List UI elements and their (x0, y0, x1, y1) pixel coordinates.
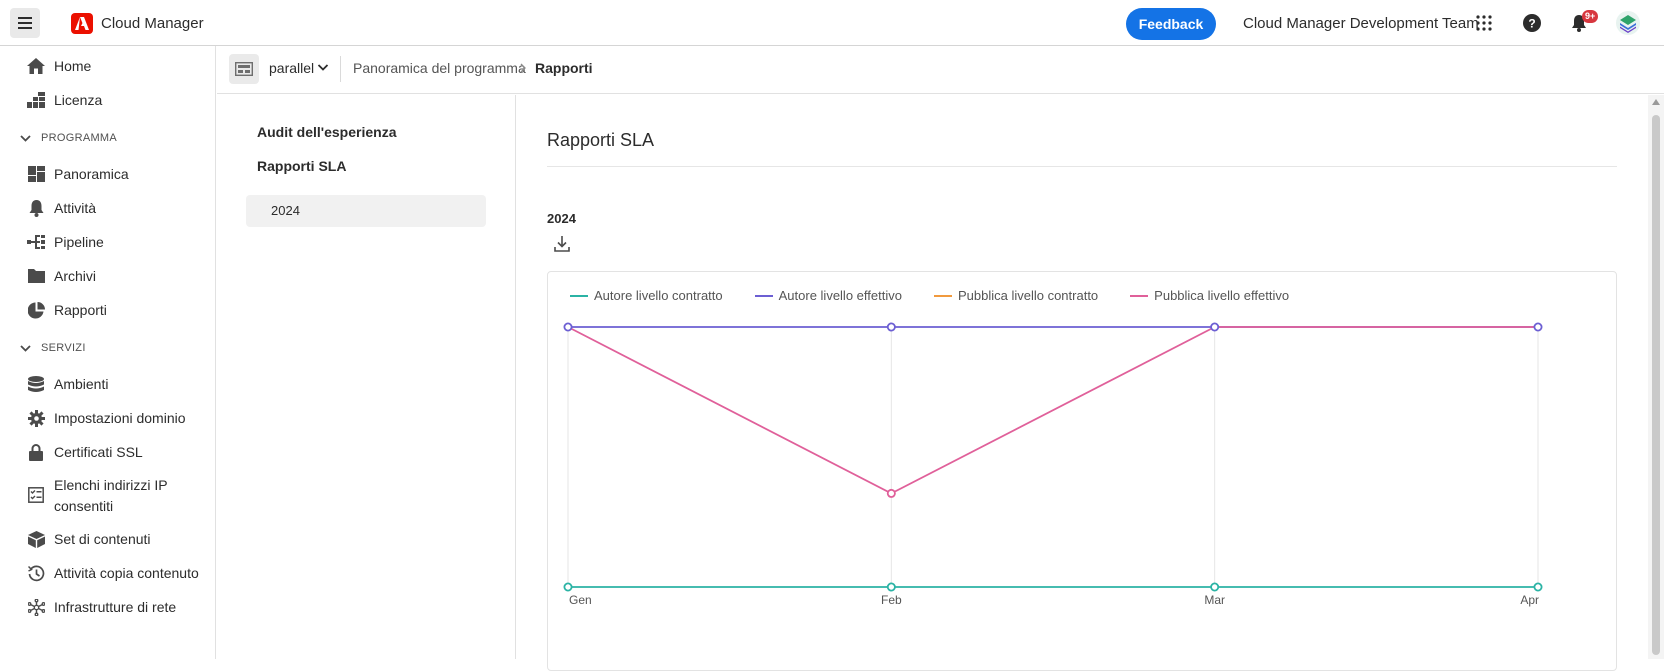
breadcrumb-item-current: Rapporti (535, 60, 593, 76)
sidebar-item-label: Elenchi indirizzi IP consentiti (54, 477, 168, 514)
page-title: Rapporti SLA (547, 130, 655, 150)
year-heading: 2024 (547, 211, 576, 226)
home-icon (26, 56, 46, 76)
sidebar-item-label: Infrastrutture di rete (54, 599, 177, 615)
sidebar-item-label: Attività copia contenuto (54, 565, 199, 581)
network-icon (26, 597, 46, 617)
data-point[interactable] (1533, 322, 1543, 332)
pipeline-icon (26, 232, 46, 252)
chevron-right-icon (519, 62, 527, 76)
folder-icon (26, 266, 46, 286)
sidebar-item-label: Certificati SSL (54, 444, 143, 460)
sidebar-item-label: Impostazioni dominio (54, 410, 186, 426)
checklist-icon (26, 485, 46, 505)
data-point[interactable] (1210, 322, 1220, 332)
x-tick-label: Apr (1520, 593, 1539, 607)
data-point[interactable] (563, 322, 573, 332)
avatar[interactable] (1616, 11, 1640, 35)
data-point[interactable] (563, 582, 573, 592)
subnav-item-2024[interactable]: 2024 (246, 195, 486, 227)
sidebar-item-label: Attività (54, 200, 97, 216)
history-icon (26, 563, 46, 583)
hamburger-icon[interactable] (10, 8, 40, 38)
bell-icon (26, 198, 46, 218)
subnav-item-sla[interactable]: Rapporti SLA (257, 158, 346, 174)
scroll-thumb[interactable] (1652, 115, 1660, 655)
section-title: PROGRAMMA (41, 132, 118, 144)
feedback-button[interactable]: Feedback (1126, 8, 1216, 40)
sidebar-item-label: Pipeline (54, 234, 104, 250)
program-switcher[interactable]: parallel (269, 60, 314, 76)
data-point[interactable] (886, 322, 896, 332)
sidebar-item-label: Panoramica (54, 166, 129, 182)
app-title[interactable]: Cloud Manager (101, 15, 204, 32)
notifications-badge: 9+ (1582, 10, 1599, 23)
svg-text:?: ? (1528, 17, 1535, 31)
sidebar-item-label: Archivi (54, 268, 97, 284)
divider (340, 56, 341, 82)
data-point[interactable] (1210, 582, 1220, 592)
sidebar-item-label: Licenza (54, 92, 103, 108)
data-point[interactable] (1533, 582, 1543, 592)
chevron-down-icon (20, 344, 31, 352)
x-tick-label: Gen (569, 593, 592, 607)
top-bar: Cloud Manager Feedback Cloud Manager Dev… (0, 0, 1664, 46)
sla-chart: Autore livello contratto Autore livello … (547, 271, 1617, 671)
download-icon[interactable] (553, 235, 573, 255)
scroll-up-arrow[interactable] (1652, 99, 1660, 105)
pie-chart-icon (26, 300, 46, 320)
sidebar-item-label: Ambienti (54, 376, 109, 392)
section-programma[interactable]: PROGRAMMA (20, 132, 117, 144)
main-content: Rapporti SLA 2024 Autore livello contrat… (517, 95, 1648, 671)
sidebar-item-label: Home (54, 58, 92, 74)
sidebar: Home Licenza PROGRAMMA Panoramica Attivi… (0, 46, 216, 659)
chevron-down-icon[interactable] (317, 60, 329, 74)
subnav-item-label: 2024 (271, 203, 300, 218)
divider (547, 166, 1617, 167)
dashboard-icon (26, 164, 46, 184)
series-line (567, 326, 1538, 495)
program-icon[interactable] (229, 54, 259, 84)
sidebar-item-label: Rapporti (54, 302, 107, 318)
subnav-item-audit[interactable]: Audit dell'esperienza (257, 124, 396, 140)
license-icon (26, 90, 46, 110)
chart-plot: Gen Feb Mar Apr (563, 322, 1543, 607)
scrollbar[interactable] (1648, 95, 1664, 659)
data-point[interactable] (886, 488, 896, 498)
org-switcher[interactable]: Cloud Manager Development Team (1243, 15, 1479, 32)
box-icon (26, 529, 46, 549)
breadcrumb: parallel Panoramica del programma Rappor… (217, 46, 1664, 94)
x-tick-label: Mar (1204, 593, 1225, 607)
section-title: SERVIZI (41, 342, 86, 354)
x-tick-label: Feb (881, 593, 902, 607)
section-servizi[interactable]: SERVIZI (20, 342, 86, 354)
sidebar-item-label: Set di contenuti (54, 531, 151, 547)
help-icon[interactable]: ? (1521, 12, 1543, 34)
breadcrumb-item-overview[interactable]: Panoramica del programma (353, 60, 526, 76)
data-point[interactable] (886, 582, 896, 592)
apps-grid-icon[interactable] (1473, 12, 1495, 34)
reports-subnav: Audit dell'esperienza Rapporti SLA 2024 (217, 95, 516, 659)
lock-icon (26, 442, 46, 462)
gear-icon (26, 408, 46, 428)
database-icon (26, 374, 46, 394)
adobe-logo[interactable] (71, 13, 93, 34)
chevron-down-icon (20, 134, 31, 142)
